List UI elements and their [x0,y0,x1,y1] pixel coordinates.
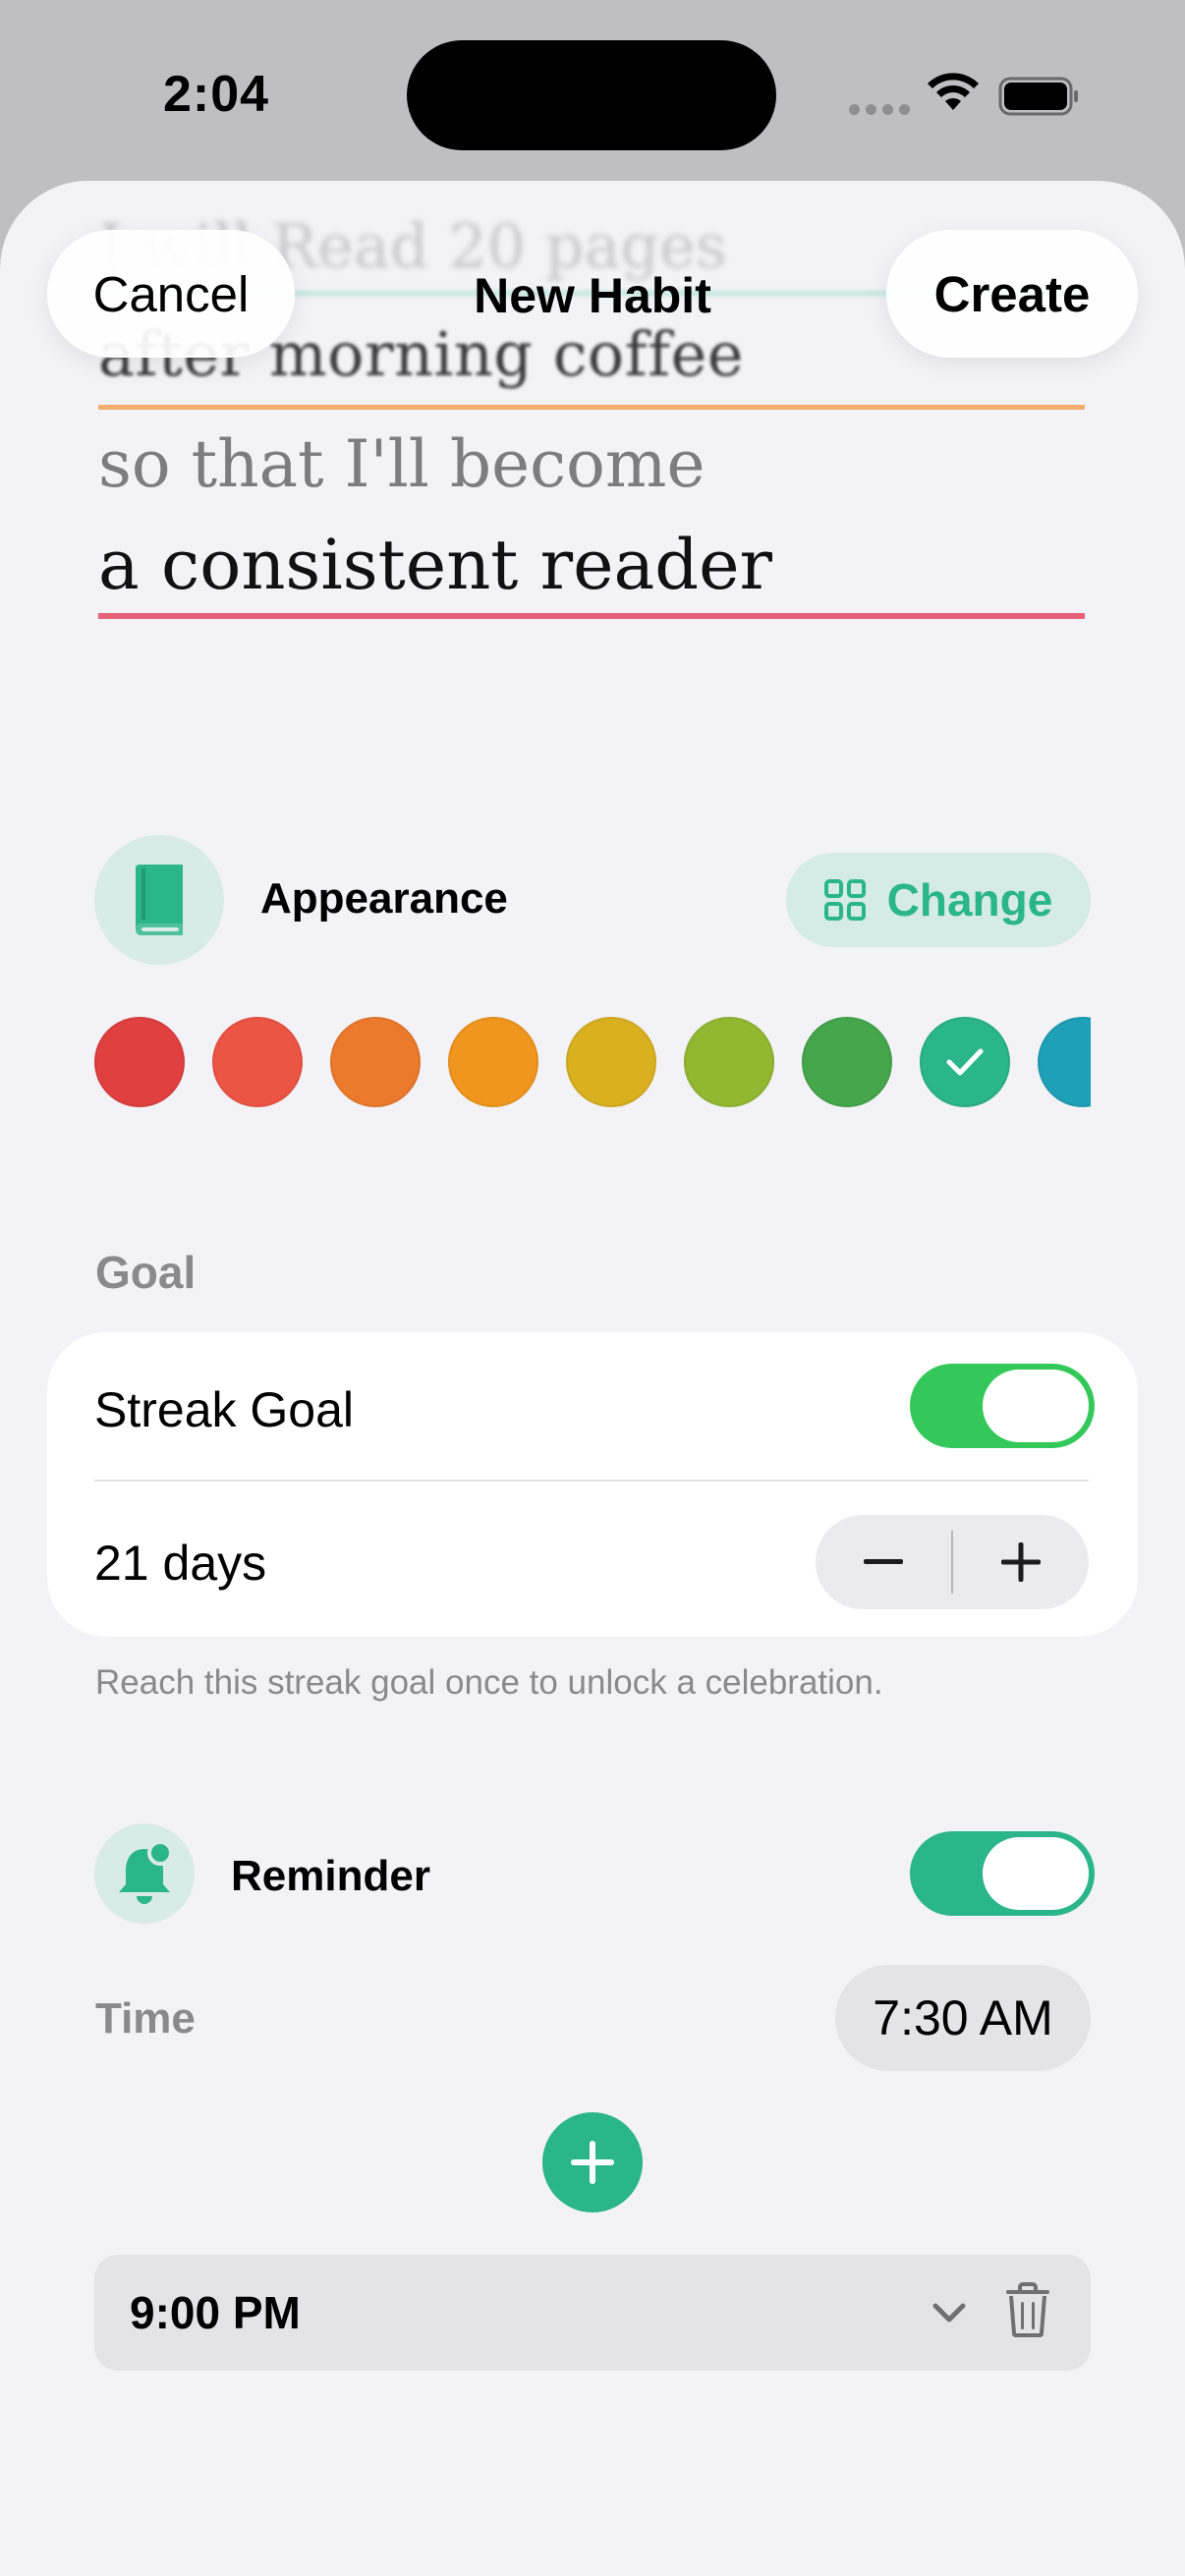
time-label: Time [95,1994,196,2043]
reminder-toggle[interactable] [910,1831,1095,1916]
divider [94,1480,1089,1482]
battery-icon [998,77,1078,116]
grid-icon [823,879,866,921]
checkmark-icon [946,1048,984,1076]
status-bar: 2:04 [0,0,1185,187]
color-swatch[interactable] [1038,1017,1091,1107]
identity-field[interactable]: a consistent reader [98,525,772,605]
trash-icon[interactable] [1004,2282,1051,2337]
color-swatch-row [94,1017,1091,1109]
goal-footnote: Reach this streak goal once to unlock a … [95,1663,883,1702]
appearance-icon-badge[interactable] [94,835,224,965]
identity-underline [98,613,1085,619]
goal-section-label: Goal [95,1247,197,1298]
book-icon [136,865,183,935]
reminder-icon-badge [94,1823,195,1924]
streak-goal-toggle[interactable] [910,1364,1095,1448]
days-stepper [816,1515,1089,1609]
add-reminder-button[interactable] [542,2112,643,2212]
color-swatch[interactable] [212,1017,303,1107]
toggle-knob [983,1370,1089,1442]
reminder-time-picker[interactable]: 7:30 AM [835,1965,1091,2071]
bell-badge-icon [119,1841,173,1904]
so-that-label: so that I'll become [98,426,705,502]
change-label: Change [886,874,1053,925]
minus-icon [864,1559,903,1564]
extra-reminder-row[interactable]: 9:00 PM [94,2255,1091,2371]
wifi-icon [928,73,979,110]
chevron-down-icon[interactable] [930,2292,969,2331]
increment-button[interactable] [953,1515,1089,1609]
extra-reminder-time: 9:00 PM [130,2287,301,2338]
color-swatch[interactable] [94,1017,185,1107]
status-time: 2:04 [163,66,270,123]
create-button[interactable]: Create [886,230,1138,358]
color-swatch[interactable] [448,1017,538,1107]
dynamic-island [407,40,776,150]
color-swatch[interactable] [802,1017,892,1107]
cue-underline [98,405,1085,410]
reminder-label: Reminder [231,1852,430,1900]
color-swatch[interactable] [330,1017,421,1107]
streak-goal-label: Streak Goal [94,1382,355,1437]
plus-icon [1001,1542,1041,1582]
color-swatch[interactable] [566,1017,656,1107]
toggle-knob [983,1837,1089,1910]
plus-icon [571,2141,614,2184]
cellular-icon [849,104,910,115]
streak-days-value: 21 days [94,1536,267,1591]
appearance-label: Appearance [260,874,508,923]
decrement-button[interactable] [816,1515,951,1609]
color-swatch[interactable] [684,1017,774,1107]
goal-card: Streak Goal 21 days [47,1332,1138,1637]
change-icon-button[interactable]: Change [786,853,1091,947]
color-swatch[interactable] [920,1017,1010,1107]
